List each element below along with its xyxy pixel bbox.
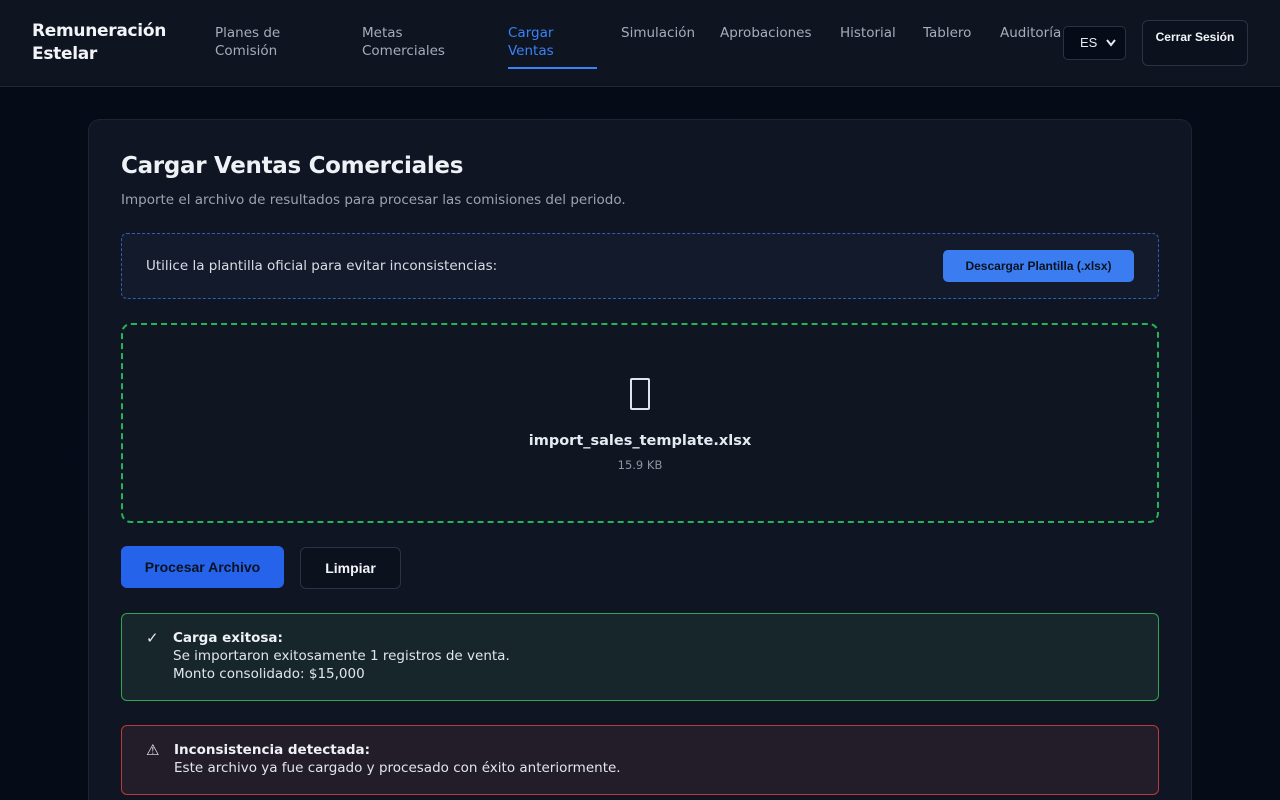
page-subtitle: Importe el archivo de resultados para pr… (121, 192, 626, 208)
nav-item-historial[interactable]: Historial (840, 24, 896, 42)
warning-icon: ⚠ (146, 741, 160, 759)
language-select[interactable]: ES (1063, 26, 1126, 60)
nav-item-auditoria[interactable]: Auditoría (1000, 24, 1063, 42)
chevron-down-icon (1106, 27, 1116, 73)
success-alert-line: Monto consolidado: $15,000 (173, 666, 365, 682)
uploaded-file-name: import_sales_template.xlsx (528, 433, 752, 449)
active-tab-indicator (508, 67, 597, 69)
success-alert-line: Se importaron exitosamente 1 registros d… (173, 648, 510, 664)
brand-logo[interactable]: Remuneración Estelar (32, 20, 182, 66)
error-alert-title: Inconsistencia detectada: (174, 742, 371, 758)
template-notice-text: Utilice la plantilla oficial para evitar… (146, 258, 498, 274)
logout-button[interactable]: Cerrar Sesión (1142, 20, 1248, 66)
error-alert-line: Este archivo ya fue cargado y procesado … (174, 760, 621, 776)
nav-item-aprobaciones[interactable]: Aprobaciones (720, 24, 812, 42)
success-alert-title: Carga exitosa: (173, 630, 283, 646)
language-value: ES (1080, 35, 1098, 50)
download-template-button[interactable]: Descargar Plantilla (.xlsx) (943, 250, 1134, 282)
nav-item-cargar-ventas[interactable]: Cargar Ventas (508, 24, 588, 60)
nav-item-planes-comision[interactable]: Planes de Comisión (215, 24, 325, 60)
process-file-button[interactable]: Procesar Archivo (121, 546, 284, 588)
file-dropzone[interactable] (121, 323, 1159, 523)
nav-item-tablero[interactable]: Tablero (923, 24, 971, 42)
file-icon (630, 378, 650, 410)
nav-item-metas-comerciales[interactable]: Metas Comerciales (362, 24, 472, 60)
uploaded-file-size: 15.9 KB (617, 458, 663, 472)
nav-item-simulacion[interactable]: Simulación (621, 24, 695, 42)
page-title: Cargar Ventas Comerciales (121, 153, 464, 179)
clear-button[interactable]: Limpiar (300, 547, 401, 589)
check-icon: ✓ (146, 629, 159, 647)
